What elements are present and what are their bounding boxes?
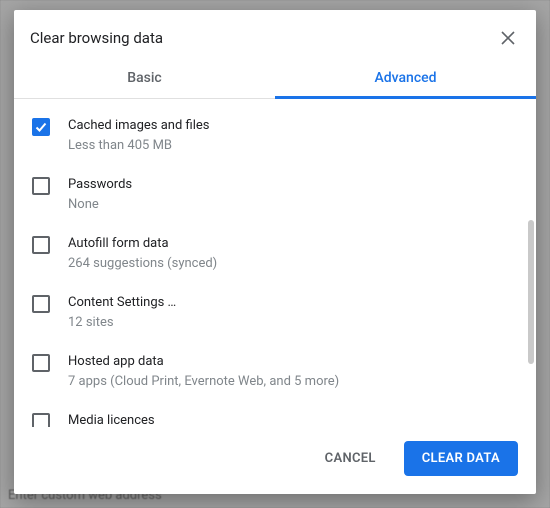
option-text: Passwords None — [68, 176, 514, 215]
clear-data-button-label: Clear Data — [422, 451, 500, 466]
option-title: Passwords — [68, 176, 514, 194]
option-text: Cached images and files Less than 405 MB — [68, 117, 514, 156]
option-subtitle: Less than 405 MB — [68, 137, 514, 156]
tab-advanced-label: Advanced — [374, 70, 436, 86]
option-autofill: Autofill form data 264 suggestions (sync… — [28, 225, 518, 284]
checkbox-cached-images[interactable] — [32, 118, 50, 136]
close-button[interactable] — [496, 26, 520, 50]
option-title: Media licences — [68, 412, 514, 427]
option-text: Hosted app data 7 apps (Cloud Print, Eve… — [68, 353, 514, 392]
tab-advanced[interactable]: Advanced — [275, 60, 536, 98]
checkbox-hosted-app-data[interactable] — [32, 354, 50, 372]
options-list: Cached images and files Less than 405 MB… — [14, 99, 536, 427]
option-title: Content Settings … — [68, 294, 514, 312]
dialog-title: Clear browsing data — [30, 29, 163, 47]
option-title: Autofill form data — [68, 235, 514, 253]
close-icon — [500, 30, 516, 46]
dialog-footer: Cancel Clear Data — [14, 427, 536, 494]
option-text: Content Settings … 12 sites — [68, 294, 514, 333]
option-subtitle: 12 sites — [68, 314, 514, 333]
option-hosted-app-data: Hosted app data 7 apps (Cloud Print, Eve… — [28, 343, 518, 402]
option-title: Cached images and files — [68, 117, 514, 135]
checkbox-passwords[interactable] — [32, 177, 50, 195]
option-text: Media licences You may lose access to pr… — [68, 412, 514, 427]
option-subtitle: 264 suggestions (synced) — [68, 255, 514, 274]
checkbox-autofill[interactable] — [32, 236, 50, 254]
cancel-button[interactable]: Cancel — [307, 441, 394, 476]
clear-browsing-data-dialog: Clear browsing data Basic Advanced Cache… — [14, 10, 536, 494]
cancel-button-label: Cancel — [325, 451, 376, 466]
checkbox-media-licences[interactable] — [32, 413, 50, 427]
option-content-settings: Content Settings … 12 sites — [28, 284, 518, 343]
tab-basic[interactable]: Basic — [14, 60, 275, 98]
option-cached-images: Cached images and files Less than 405 MB — [28, 107, 518, 166]
option-title: Hosted app data — [68, 353, 514, 371]
scroll-region — [528, 100, 536, 424]
tab-basic-label: Basic — [127, 70, 161, 86]
option-passwords: Passwords None — [28, 166, 518, 225]
option-media-licences: Media licences You may lose access to pr… — [28, 402, 518, 427]
option-subtitle: 7 apps (Cloud Print, Evernote Web, and 5… — [68, 373, 514, 392]
checkbox-content-settings[interactable] — [32, 295, 50, 313]
option-text: Autofill form data 264 suggestions (sync… — [68, 235, 514, 274]
dialog-header: Clear browsing data — [14, 10, 536, 60]
option-subtitle: None — [68, 196, 514, 215]
scrollbar-thumb[interactable] — [528, 220, 534, 364]
clear-data-button[interactable]: Clear Data — [404, 441, 518, 476]
tab-bar: Basic Advanced — [14, 60, 536, 99]
